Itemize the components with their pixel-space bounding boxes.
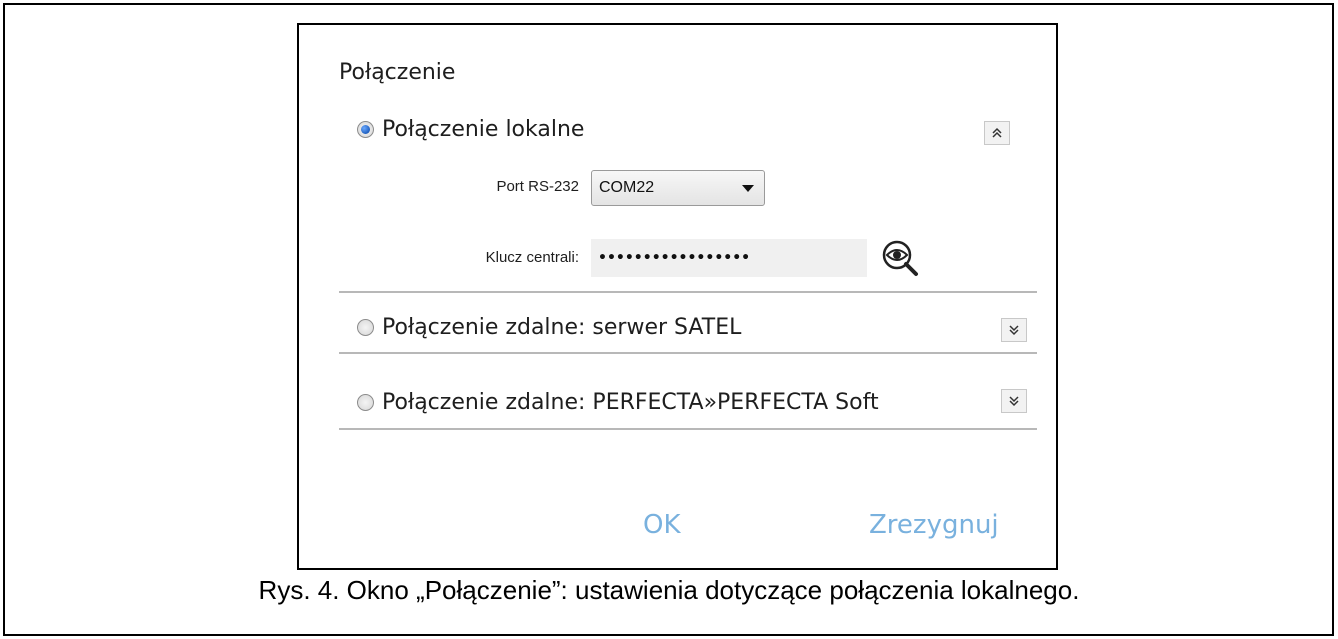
double-chevron-up-icon xyxy=(992,127,1002,138)
expand-remote-satel-button[interactable] xyxy=(1001,318,1027,342)
expand-remote-perfecta-button[interactable] xyxy=(1001,389,1027,413)
connection-dialog: Połączenie Połączenie lokalne Port RS-23… xyxy=(297,23,1058,570)
figure-caption: Rys. 4. Okno „Połączenie”: ustawienia do… xyxy=(258,575,1080,605)
remote-perfecta-label: Połączenie zdalne: PERFECTA»PERFECTA Sof… xyxy=(382,390,879,415)
key-label: Klucz centrali: xyxy=(485,249,579,266)
section-divider xyxy=(339,428,1037,430)
collapse-local-button[interactable] xyxy=(984,121,1010,145)
remote-satel-label: Połączenie zdalne: serwer SATEL xyxy=(382,315,742,340)
section-divider xyxy=(339,352,1037,354)
section-divider xyxy=(339,291,1037,293)
port-select[interactable]: COM22 xyxy=(591,170,765,206)
radio-local-connection[interactable]: Połączenie lokalne xyxy=(357,117,584,142)
key-password-field[interactable]: ••••••••••••••••• xyxy=(591,239,867,277)
key-password-value: ••••••••••••••••• xyxy=(598,250,751,266)
dropdown-arrow-icon xyxy=(742,185,754,192)
ok-button[interactable]: OK xyxy=(643,510,681,540)
eye-magnifier-icon xyxy=(882,240,918,276)
port-label: Port RS-232 xyxy=(496,178,579,195)
reveal-key-button[interactable] xyxy=(881,239,919,277)
dialog-title: Połączenie xyxy=(339,60,456,85)
radio-remote-perfecta[interactable]: Połączenie zdalne: PERFECTA»PERFECTA Sof… xyxy=(357,390,879,415)
cancel-button[interactable]: Zrezygnuj xyxy=(869,510,999,540)
double-chevron-down-icon xyxy=(1009,396,1019,407)
double-chevron-down-icon xyxy=(1009,325,1019,336)
port-select-value: COM22 xyxy=(599,179,655,196)
radio-button[interactable] xyxy=(357,319,374,336)
local-connection-label: Połączenie lokalne xyxy=(382,117,585,142)
radio-remote-satel[interactable]: Połączenie zdalne: serwer SATEL xyxy=(357,315,741,340)
radio-button[interactable] xyxy=(357,394,374,411)
radio-button-selected[interactable] xyxy=(357,121,374,138)
